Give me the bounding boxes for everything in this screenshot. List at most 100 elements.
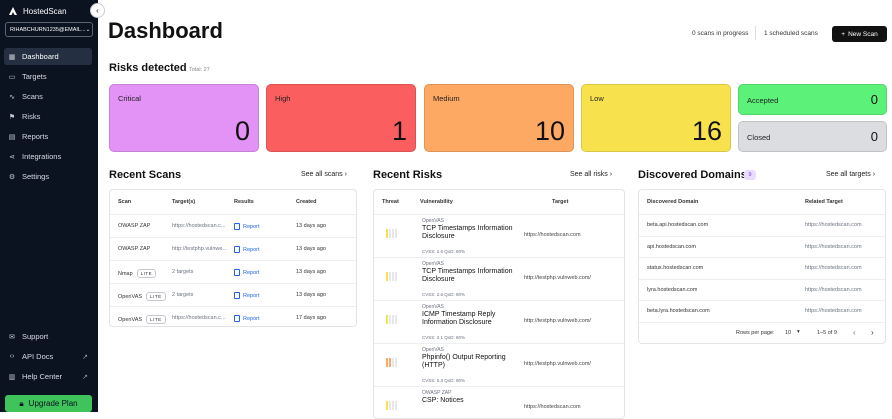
column-header: Scan xyxy=(118,199,132,205)
sidebar-item-scans[interactable]: ∿ Scans xyxy=(4,88,92,105)
risk-card-low[interactable]: Low 16 xyxy=(581,84,731,152)
lite-badge: LITE xyxy=(146,315,166,324)
rows-per-page-select[interactable]: 10 xyxy=(785,330,791,336)
lock-icon: 🔒︎ xyxy=(19,398,24,408)
upgrade-plan-button[interactable]: 🔒︎ Upgrade Plan xyxy=(5,395,92,412)
risk-card-critical[interactable]: Critical 0 xyxy=(109,84,259,152)
risk-card-medium[interactable]: Medium 10 xyxy=(424,84,574,152)
risk-score: CVSS: 2.1 QoD: 80% xyxy=(422,335,466,340)
domain-row[interactable]: status.hostedscan.com https://hostedscan.… xyxy=(639,257,885,279)
vulnerability-name: TCP Timestamps Information Disclosure xyxy=(422,225,513,240)
risk-source: OpenVAS xyxy=(422,218,444,224)
sidebar-item-label: Help Center xyxy=(22,372,63,381)
risk-card-accepted[interactable]: Accepted 0 xyxy=(738,84,887,115)
document-icon xyxy=(234,223,240,230)
domain-name: api.hostedscan.com xyxy=(647,243,696,250)
report-link[interactable]: Report xyxy=(234,223,260,230)
previous-page-icon[interactable]: ‹ xyxy=(853,328,856,337)
scan-target: http://testphp.vulnwe... xyxy=(172,246,228,252)
risk-row[interactable]: OpenVAS TCP Timestamps Information Disclo… xyxy=(374,257,624,300)
sidebar-item-dashboard[interactable]: ▦ Dashboard xyxy=(4,48,92,65)
report-link[interactable]: Report xyxy=(234,292,260,299)
threat-bar xyxy=(386,315,388,324)
app-name: HostedScan xyxy=(23,6,67,16)
sidebar-item-integrations[interactable]: ⋖ Integrations xyxy=(4,148,92,165)
scan-target: https://hostedscan.c... xyxy=(172,315,226,321)
collapse-sidebar-button[interactable]: ‹ xyxy=(90,3,105,18)
dropdown-arrow-icon[interactable]: ▾ xyxy=(797,329,800,335)
risk-card-count: 1 xyxy=(391,116,407,146)
sidebar-item-settings[interactable]: ⚙ Settings xyxy=(4,168,92,185)
risk-score: CVSS: 5.3 QoD: 80% xyxy=(422,378,466,383)
sidebar-item-help-center[interactable]: ▥ Help Center ↗ xyxy=(4,368,92,385)
new-scan-button[interactable]: + New Scan xyxy=(832,26,887,42)
risk-card-label: Critical xyxy=(118,94,141,103)
column-header: Threat xyxy=(382,199,399,205)
sidebar-item-api-docs[interactable]: ‹› API Docs ↗ xyxy=(4,348,92,365)
scan-type: OWASP ZAP xyxy=(118,246,151,252)
report-link[interactable]: Report xyxy=(234,246,260,253)
sidebar-item-support[interactable]: ✉ Support xyxy=(4,328,92,345)
table-row[interactable]: OWASP ZAP https://hostedscan.c... Report 13… xyxy=(110,214,356,237)
risk-score: CVSS: 2.6 QoD: 80% xyxy=(422,292,466,297)
logo[interactable]: HostedScan xyxy=(8,6,67,16)
pagination: Rows per page: 10 ▾ 1–5 of 9 ‹ › xyxy=(639,322,885,343)
mail-icon: ✉ xyxy=(9,333,15,341)
table-row[interactable]: OpenVAS LITE https://hostedscan.c... Report… xyxy=(110,306,356,326)
risk-card-count: 0 xyxy=(870,129,878,144)
risk-card-closed[interactable]: Closed 0 xyxy=(738,121,887,152)
sidebar-item-risks[interactable]: ⚑ Risks xyxy=(4,108,92,125)
domain-row[interactable]: beta.lyra.hostedscan.com https://hostedsc… xyxy=(639,300,885,322)
risk-row[interactable]: OWASP ZAP CSP: Notices https://hostedscan.… xyxy=(374,386,624,418)
risk-row[interactable]: OpenVAS TCP Timestamps Information Disclo… xyxy=(374,214,624,257)
domain-row[interactable]: lyra.hostedscan.com https://hostedscan.co… xyxy=(639,278,885,301)
see-all-targets-link[interactable]: See all targets › xyxy=(826,171,875,178)
risk-card-high[interactable]: High 1 xyxy=(266,84,416,152)
threat-level-indicator xyxy=(386,272,397,281)
domain-row[interactable]: api.hostedscan.com https://hostedscan.com xyxy=(639,235,885,258)
sidebar-item-label: Dashboard xyxy=(22,52,59,61)
threat-bar xyxy=(392,358,394,367)
scan-created: 13 days ago xyxy=(296,246,326,252)
scan-type: OpenVAS xyxy=(118,316,143,323)
related-target: https://hostedscan.com xyxy=(805,243,862,250)
threat-bar xyxy=(395,229,397,238)
report-link[interactable]: Report xyxy=(234,269,260,276)
domain-name: beta.lyra.hostedscan.com xyxy=(647,308,710,314)
vulnerability-name: CSP: Notices xyxy=(422,397,464,404)
sidebar-item-label: Targets xyxy=(22,72,47,81)
page-range: 1–5 of 9 xyxy=(817,330,837,336)
threat-bar xyxy=(392,272,394,281)
threat-bar xyxy=(395,358,397,367)
column-header: Results xyxy=(234,199,254,205)
risk-score: CVSS: 2.6 QoD: 80% xyxy=(422,249,466,254)
account-selector[interactable]: RIHABCHURN1235@EMAIL... ⌄ xyxy=(5,22,93,37)
related-target: https://hostedscan.com xyxy=(805,265,862,271)
domain-row[interactable]: beta.api.hostedscan.com https://hostedsca… xyxy=(639,214,885,236)
scan-target: 2 targets xyxy=(172,292,194,298)
domain-name: status.hostedscan.com xyxy=(647,265,704,271)
scans-in-progress[interactable]: 0 scans in progress xyxy=(692,30,748,37)
risk-row[interactable]: OpenVAS Phpinfo() Output Reporting (HTTP)… xyxy=(374,343,624,386)
see-all-scans-link[interactable]: See all scans › xyxy=(301,171,347,178)
table-row[interactable]: OpenVAS LITE 2 targets Report 13 days ago xyxy=(110,283,356,306)
chevron-right-icon: › xyxy=(344,171,347,178)
risk-target: http://testphp.vulnweb.com/ xyxy=(524,318,591,324)
document-icon xyxy=(234,246,240,253)
table-row[interactable]: Nmap LITE 2 targets Report 13 days ago xyxy=(110,260,356,283)
sidebar-item-targets[interactable]: ▭ Targets xyxy=(4,68,92,85)
next-page-icon[interactable]: › xyxy=(871,328,874,337)
lite-badge: LITE xyxy=(146,292,166,301)
page-title: Dashboard xyxy=(108,18,223,43)
scheduled-scans[interactable]: 1 scheduled scans xyxy=(764,30,818,37)
new-scan-label: New Scan xyxy=(848,30,878,38)
scan-name: OWASP ZAP xyxy=(118,223,150,229)
report-link[interactable]: Report xyxy=(234,315,260,322)
see-all-risks-link[interactable]: See all risks › xyxy=(570,171,612,178)
sidebar-item-label: Settings xyxy=(22,172,50,181)
table-row[interactable]: OWASP ZAP http://testphp.vulnwe... Report 1… xyxy=(110,237,356,260)
risk-target: http://testphp.vulnweb.com/ xyxy=(524,361,591,367)
risk-row[interactable]: OpenVAS ICMP Timestamp Reply Information … xyxy=(374,300,624,343)
recent-scans-table: Scan Target(s) Results Created OWASP ZAP http… xyxy=(109,189,357,327)
sidebar-item-reports[interactable]: ▤ Reports xyxy=(4,128,92,145)
